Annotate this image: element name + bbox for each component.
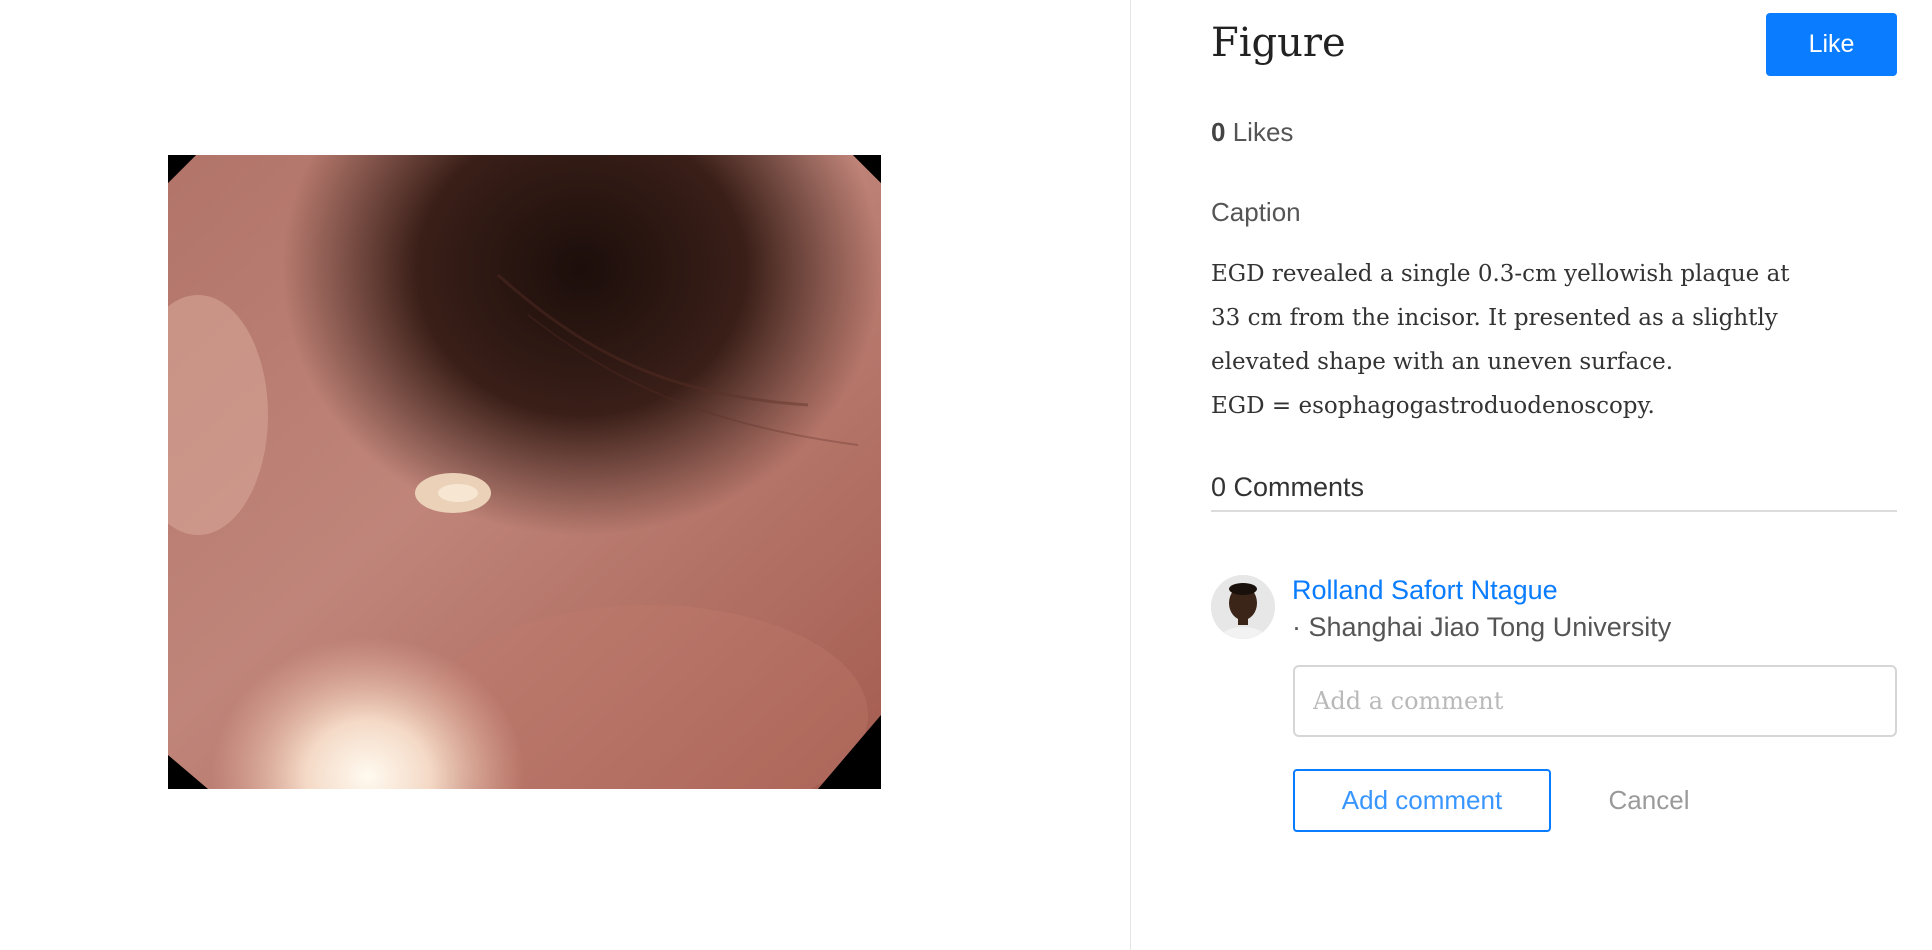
likes-number: 0 — [1211, 117, 1226, 147]
comments-heading: 0 Comments — [1211, 472, 1365, 502]
comment-input[interactable] — [1293, 665, 1897, 737]
likes-count: 0 Likes — [1211, 117, 1293, 148]
caption-heading: Caption — [1211, 197, 1301, 227]
caption-text: EGD revealed a single 0.3-cm yellowish p… — [1211, 261, 1790, 419]
add-comment-button[interactable]: Add comment — [1293, 769, 1551, 832]
commenter-affiliation: · Shanghai Jiao Tong University — [1292, 612, 1672, 642]
details-panel: Figure Like 0 Likes Caption EGD revealed… — [1131, 0, 1932, 950]
cancel-button[interactable]: Cancel — [1579, 769, 1719, 832]
comments-divider — [1211, 510, 1897, 512]
like-button[interactable]: Like — [1766, 13, 1897, 76]
commenter-name-link[interactable]: Rolland Safort Ntague — [1292, 575, 1558, 606]
figure-viewer — [0, 0, 1130, 950]
page-title: Figure — [1211, 20, 1346, 66]
avatar[interactable] — [1211, 575, 1275, 639]
endoscopy-image — [168, 155, 881, 789]
likes-label: Likes — [1232, 117, 1294, 147]
